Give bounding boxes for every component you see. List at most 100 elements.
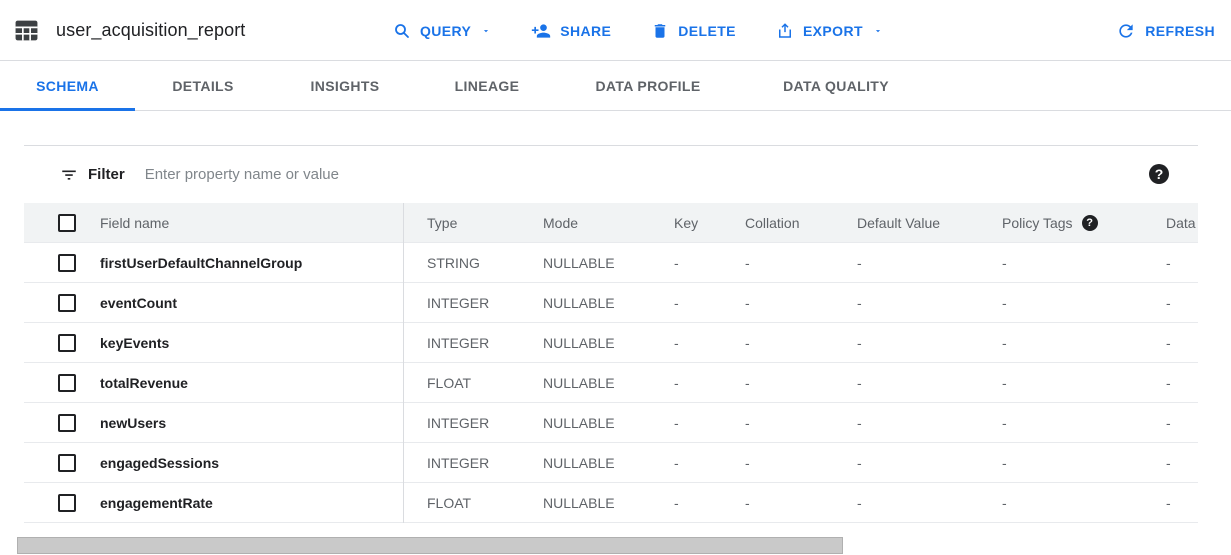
row-checkbox[interactable]: [58, 334, 76, 352]
filter-label: Filter: [88, 166, 125, 183]
default-value-cell: -: [833, 455, 978, 471]
tab-data-profile[interactable]: DATA PROFILE: [555, 61, 741, 110]
toolbar: QUERY SHARE DELETE: [393, 0, 883, 61]
mode-cell: NULLABLE: [519, 495, 650, 511]
row-checkbox[interactable]: [58, 454, 76, 472]
tab-lineage[interactable]: LINEAGE: [419, 61, 555, 110]
schema-card: Filter ? Field name Type Mode Key Collat…: [24, 145, 1198, 523]
collation-cell: -: [721, 335, 833, 351]
chevron-down-icon: [481, 26, 491, 36]
key-cell: -: [650, 455, 721, 471]
row-checkbox[interactable]: [58, 494, 76, 512]
column-header-default-value: Default Value: [833, 215, 978, 231]
data-cell: -: [1142, 335, 1198, 351]
delete-button[interactable]: DELETE: [651, 22, 736, 40]
default-value-cell: -: [833, 255, 978, 271]
policy-tags-cell: -: [978, 495, 1142, 511]
page-title: user_acquisition_report: [56, 20, 245, 41]
share-button[interactable]: SHARE: [531, 21, 611, 41]
type-cell: FLOAT: [403, 375, 519, 391]
type-cell: STRING: [403, 255, 519, 271]
default-value-cell: -: [833, 335, 978, 351]
column-header-collation: Collation: [721, 215, 833, 231]
data-cell: -: [1142, 415, 1198, 431]
field-name-cell: engagedSessions: [100, 455, 403, 471]
query-button[interactable]: QUERY: [393, 22, 491, 40]
row-checkbox[interactable]: [58, 294, 76, 312]
person-add-icon: [531, 21, 551, 41]
mode-cell: NULLABLE: [519, 335, 650, 351]
column-header-mode: Mode: [519, 215, 650, 231]
mode-cell: NULLABLE: [519, 255, 650, 271]
tab-details[interactable]: DETAILS: [135, 61, 271, 110]
mode-cell: NULLABLE: [519, 375, 650, 391]
default-value-cell: -: [833, 415, 978, 431]
tab-insights[interactable]: INSIGHTS: [271, 61, 419, 110]
field-name-cell: engagementRate: [100, 495, 403, 511]
help-icon[interactable]: ?: [1082, 215, 1098, 231]
column-header-key: Key: [650, 215, 721, 231]
mode-cell: NULLABLE: [519, 455, 650, 471]
column-divider: [403, 203, 404, 523]
collation-cell: -: [721, 255, 833, 271]
upload-icon: [776, 22, 794, 40]
field-name-cell: eventCount: [100, 295, 403, 311]
field-name-cell: totalRevenue: [100, 375, 403, 391]
type-cell: INTEGER: [403, 455, 519, 471]
policy-tags-cell: -: [978, 455, 1142, 471]
policy-tags-cell: -: [978, 255, 1142, 271]
data-cell: -: [1142, 455, 1198, 471]
key-cell: -: [650, 255, 721, 271]
collation-cell: -: [721, 295, 833, 311]
table-icon: [14, 18, 39, 43]
default-value-cell: -: [833, 375, 978, 391]
table-row: engagedSessions INTEGER NULLABLE - - - -…: [24, 443, 1198, 483]
row-checkbox[interactable]: [58, 374, 76, 392]
policy-tags-cell: -: [978, 375, 1142, 391]
column-header-policy-tags: Policy Tags ?: [978, 215, 1142, 231]
collation-cell: -: [721, 455, 833, 471]
table-body: firstUserDefaultChannelGroup STRING NULL…: [24, 243, 1198, 523]
key-cell: -: [650, 375, 721, 391]
data-cell: -: [1142, 255, 1198, 271]
key-cell: -: [650, 295, 721, 311]
field-name-cell: keyEvents: [100, 335, 403, 351]
field-name-cell: firstUserDefaultChannelGroup: [100, 255, 403, 271]
policy-tags-cell: -: [978, 415, 1142, 431]
mode-cell: NULLABLE: [519, 295, 650, 311]
refresh-button[interactable]: REFRESH: [1116, 0, 1215, 61]
export-button[interactable]: EXPORT: [776, 22, 883, 40]
column-header-field-name: Field name: [100, 215, 403, 231]
default-value-cell: -: [833, 495, 978, 511]
collation-cell: -: [721, 415, 833, 431]
horizontal-scrollbar-thumb[interactable]: [17, 537, 843, 554]
tab-schema[interactable]: SCHEMA: [0, 61, 135, 110]
table-row: keyEvents INTEGER NULLABLE - - - - -: [24, 323, 1198, 363]
schema-table: Field name Type Mode Key Collation Defau…: [24, 203, 1198, 523]
type-cell: FLOAT: [403, 495, 519, 511]
filter-input[interactable]: [145, 166, 905, 183]
type-cell: INTEGER: [403, 415, 519, 431]
help-icon[interactable]: ?: [1149, 164, 1169, 184]
row-checkbox[interactable]: [58, 254, 76, 272]
key-cell: -: [650, 415, 721, 431]
key-cell: -: [650, 335, 721, 351]
type-cell: INTEGER: [403, 295, 519, 311]
row-checkbox[interactable]: [58, 414, 76, 432]
collation-cell: -: [721, 495, 833, 511]
mode-cell: NULLABLE: [519, 415, 650, 431]
collation-cell: -: [721, 375, 833, 391]
table-header-row: Field name Type Mode Key Collation Defau…: [24, 203, 1198, 243]
column-header-data: Data: [1142, 215, 1198, 231]
filter-row: Filter ?: [24, 146, 1198, 203]
filter-icon: [60, 166, 78, 184]
table-row: newUsers INTEGER NULLABLE - - - - -: [24, 403, 1198, 443]
data-cell: -: [1142, 295, 1198, 311]
select-all-checkbox[interactable]: [58, 214, 76, 232]
search-icon: [393, 22, 411, 40]
default-value-cell: -: [833, 295, 978, 311]
field-name-cell: newUsers: [100, 415, 403, 431]
data-cell: -: [1142, 495, 1198, 511]
tab-data-quality[interactable]: DATA QUALITY: [741, 61, 931, 110]
title-bar: user_acquisition_report QUERY SHARE: [0, 0, 1231, 61]
